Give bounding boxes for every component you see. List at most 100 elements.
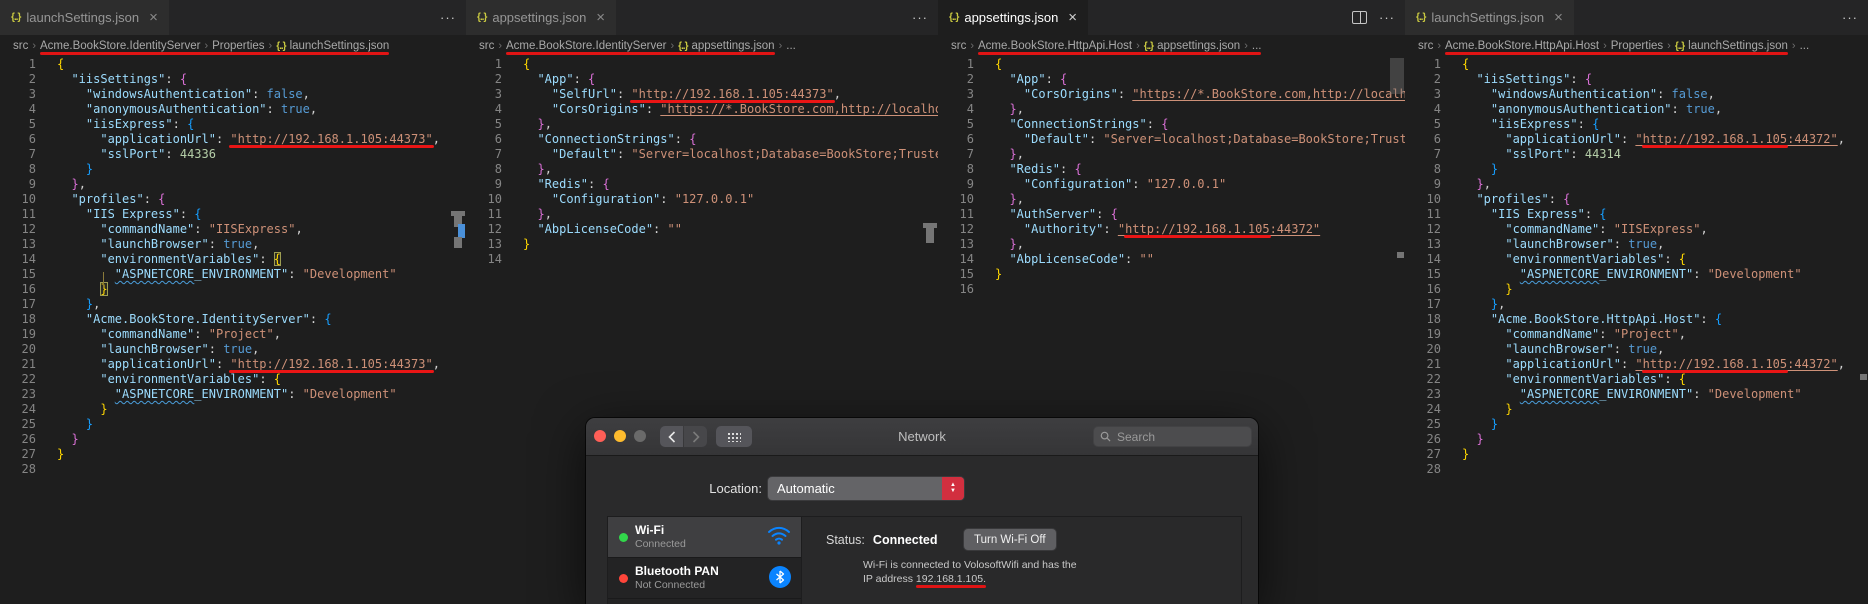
code-line: 2 "App": { <box>938 72 1405 87</box>
line-number: 12 <box>21 222 36 236</box>
line-number: 7 <box>1433 147 1441 161</box>
breadcrumb-root[interactable]: src <box>479 40 494 52</box>
breadcrumb-item[interactable]: Acme.BookStore.IdentityServer <box>40 40 200 52</box>
service-row-wifi[interactable]: Wi-Fi Connected <box>608 517 801 558</box>
code-area[interactable]: 1{2 "iisSettings": {3 "windowsAuthentica… <box>1405 57 1868 604</box>
breadcrumb-item[interactable]: Acme.BookStore.HttpApi.Host <box>1445 40 1599 52</box>
close-tab-icon[interactable]: × <box>596 10 605 25</box>
line-text: "iisSettings": { <box>71 72 188 86</box>
breadcrumb-item[interactable]: ... <box>786 40 796 52</box>
line-text: "Redis": { <box>537 177 610 191</box>
breadcrumb-item-label: Acme.BookStore.HttpApi.Host <box>978 40 1133 52</box>
breadcrumb-item[interactable]: Properties <box>1611 40 1663 52</box>
line-number: 5 <box>1433 117 1441 131</box>
turn-wifi-off-button[interactable]: Turn Wi-Fi Off <box>964 529 1056 550</box>
line-number: 11 <box>21 207 36 221</box>
close-tab-icon[interactable]: × <box>1554 10 1563 25</box>
chevron-right-icon: › <box>268 40 273 52</box>
line-text <box>974 282 995 297</box>
close-window-button[interactable] <box>594 430 606 442</box>
location-dropdown[interactable]: Automatic ▲ ▼ <box>768 477 964 500</box>
code-line: 17 }, <box>1405 297 1868 312</box>
line-number: 11 <box>959 207 974 221</box>
code-line: 9 }, <box>0 177 466 192</box>
breadcrumb-item[interactable]: {..} appsettings.json <box>678 40 774 52</box>
show-all-button[interactable] <box>716 426 752 447</box>
breadcrumb-item[interactable]: {..} appsettings.json <box>1144 40 1240 52</box>
json-file-icon: {..} <box>1143 40 1154 52</box>
ruler-mark <box>454 237 462 248</box>
line-text: "commandName": "IISExpress", <box>100 222 303 236</box>
close-tab-icon[interactable]: × <box>149 10 158 25</box>
code-line: 10 "profiles": { <box>0 192 466 207</box>
line-number: 2 <box>28 72 36 86</box>
line-number: 4 <box>1433 102 1441 116</box>
overview-ruler[interactable] <box>451 0 465 604</box>
breadcrumb-item[interactable]: Acme.BookStore.IdentityServer <box>506 40 666 52</box>
zoom-window-button[interactable] <box>634 430 646 442</box>
line-number: 23 <box>1426 387 1441 401</box>
tab-appsettings.json[interactable]: {..} appsettings.json × <box>938 0 1090 35</box>
breadcrumb-item[interactable]: ... <box>1252 40 1262 52</box>
breadcrumb-item[interactable]: {..} launchSettings.json <box>1675 40 1788 52</box>
breadcrumb-item[interactable]: ... <box>1800 40 1810 52</box>
tab-launchSettings.json[interactable]: {..} launchSettings.json × <box>0 0 170 35</box>
breadcrumb-root[interactable]: src <box>13 40 28 52</box>
search-field[interactable] <box>1093 426 1252 447</box>
line-number: 10 <box>1426 192 1441 206</box>
chevron-right-icon: › <box>970 40 975 52</box>
dialog-titlebar[interactable]: Network <box>586 418 1258 456</box>
line-number: 1 <box>966 57 974 71</box>
breadcrumb-item[interactable]: Acme.BookStore.HttpApi.Host <box>978 40 1132 52</box>
line-number: 10 <box>959 192 974 206</box>
code-area[interactable]: 1{2 "iisSettings": {3 "windowsAuthentica… <box>0 57 466 604</box>
back-button[interactable] <box>660 426 683 447</box>
code-line: 8 "Redis": { <box>938 162 1405 177</box>
nav-buttons <box>660 426 707 447</box>
line-text: } <box>71 432 79 446</box>
search-input[interactable] <box>1115 428 1229 445</box>
line-number: 3 <box>28 87 36 101</box>
line-number: 8 <box>966 162 974 176</box>
tab-label: launchSettings.json <box>1431 10 1545 25</box>
line-text: "applicationUrl": "http://192.168.1.105:… <box>100 357 440 371</box>
line-number: 3 <box>1433 87 1441 101</box>
breadcrumb-item-label: Properties <box>1610 40 1664 52</box>
line-text: }, <box>1009 237 1024 251</box>
status-pane: Status: Connected Turn Wi-Fi Off Wi-Fi i… <box>801 517 1241 604</box>
line-number: 20 <box>1426 342 1441 356</box>
overview-ruler[interactable] <box>1390 0 1404 604</box>
code-line: 7 }, <box>938 147 1405 162</box>
code-line: 19 "commandName": "Project", <box>1405 327 1868 342</box>
editor-pane-4: {..} launchSettings.json × ··· src › Acme.Book… <box>1405 0 1868 604</box>
close-tab-icon[interactable]: × <box>1068 10 1077 25</box>
service-row-bluetooth[interactable]: Bluetooth PAN Not Connected <box>608 558 801 599</box>
line-text: "Default": "Server=localhost;Database=Bo… <box>1023 132 1405 146</box>
chevron-right-icon: › <box>1244 40 1248 52</box>
json-file-icon: {..} <box>949 12 959 23</box>
location-label: Location: <box>709 481 762 496</box>
line-text: "Redis": { <box>1009 162 1082 176</box>
split-editor-icon[interactable] <box>1352 11 1367 24</box>
breadcrumb-root[interactable]: src <box>951 40 966 52</box>
forward-button[interactable] <box>684 426 707 447</box>
line-text: "ConnectionStrings": { <box>1009 117 1169 131</box>
overview-ruler[interactable] <box>1853 0 1867 604</box>
line-number: 8 <box>1433 162 1441 176</box>
status-label: Status: <box>826 533 865 547</box>
code-line: 4 "CorsOrigins": "https://*.BookStore.co… <box>466 102 938 117</box>
code-line: 8 }, <box>466 162 938 177</box>
tab-launchSettings.json[interactable]: {..} launchSettings.json × <box>1405 0 1575 35</box>
tab-appsettings.json[interactable]: {..} appsettings.json × <box>466 0 618 35</box>
code-line: 3 "windowsAuthentication": false, <box>1405 87 1868 102</box>
service-status: Not Connected <box>635 579 706 591</box>
breadcrumb-item[interactable]: Properties <box>212 40 264 52</box>
code-line: 7 "sslPort": 44314 <box>1405 147 1868 162</box>
breadcrumb-root[interactable]: src <box>1418 40 1433 52</box>
tab-strip: {..} launchSettings.json × ··· <box>0 0 466 35</box>
screen: {..} launchSettings.json × ··· src › Acme.Book… <box>0 0 1868 604</box>
minimize-window-button[interactable] <box>614 430 626 442</box>
code-line: 20 "launchBrowser": true, <box>1405 342 1868 357</box>
line-text: "commandName": "Project", <box>1505 327 1686 341</box>
breadcrumb-item[interactable]: {..} launchSettings.json <box>276 40 389 52</box>
